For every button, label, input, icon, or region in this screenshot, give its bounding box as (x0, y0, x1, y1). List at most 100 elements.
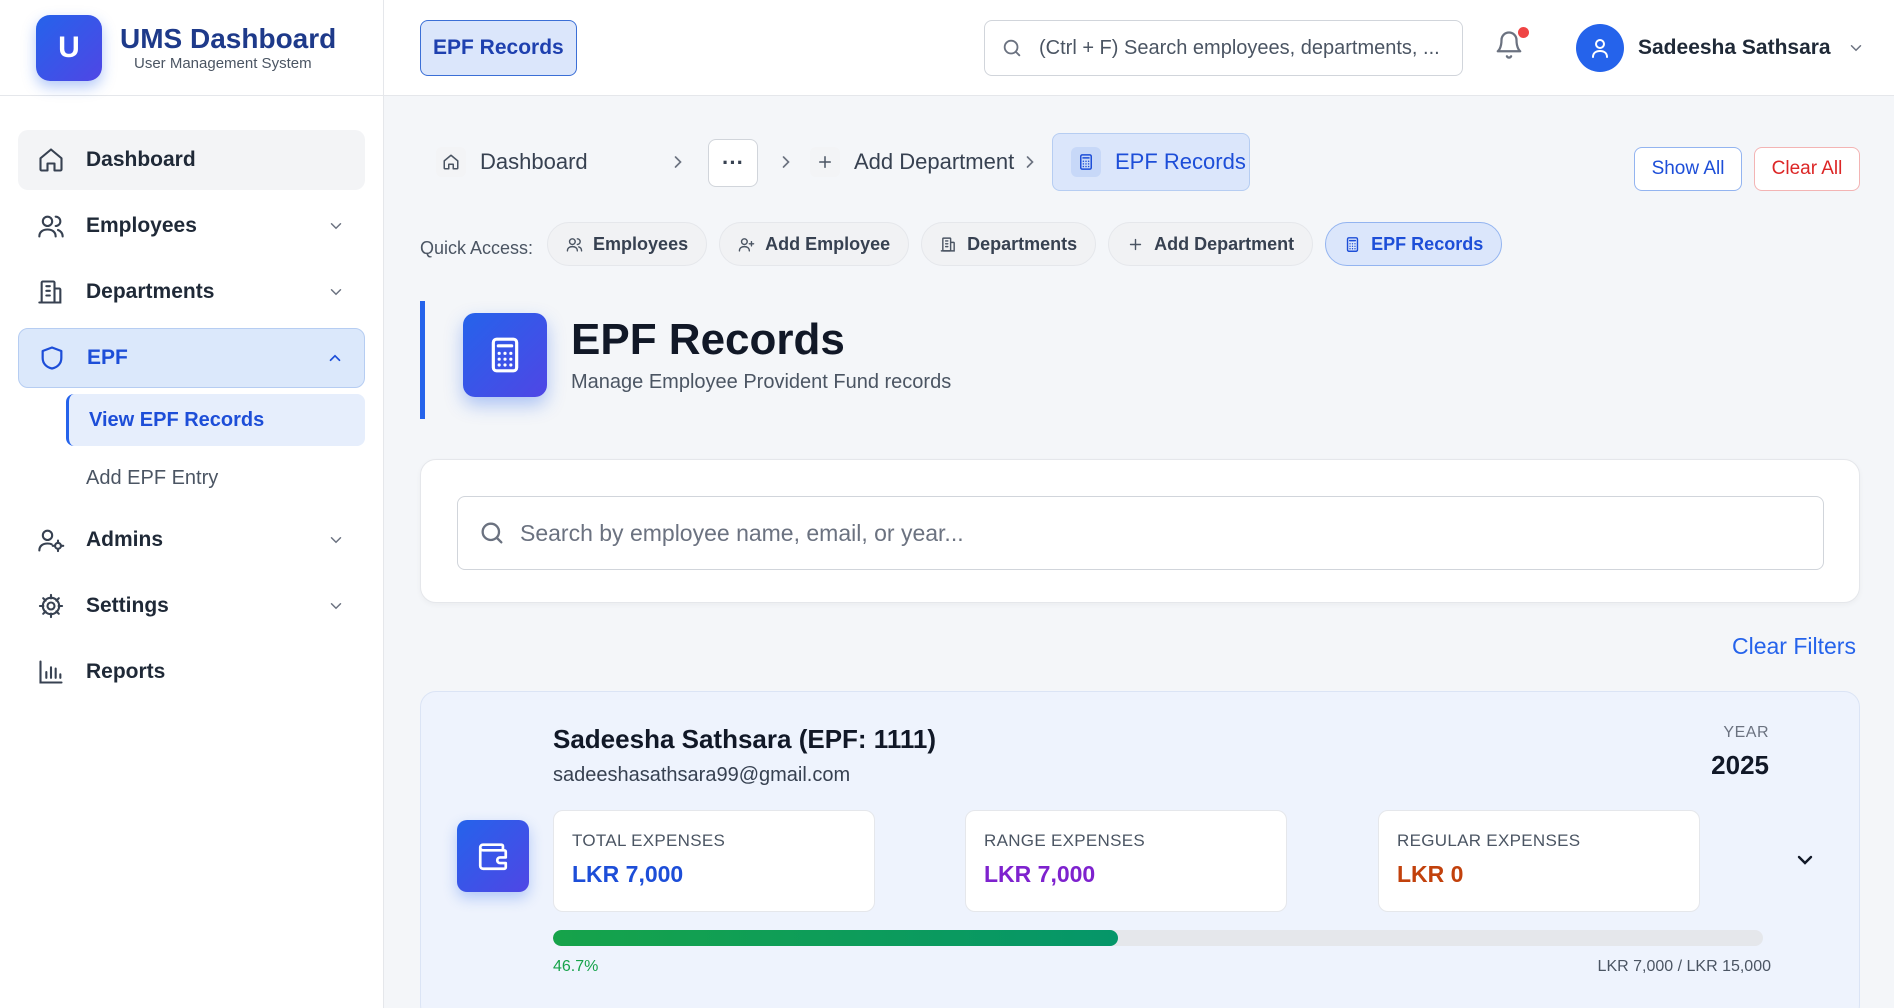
stat-label: TOTAL EXPENSES (572, 831, 726, 850)
sidebar-item-dashboard[interactable]: Dashboard (18, 130, 365, 190)
stat-regular-expenses: REGULAR EXPENSES LKR 0 (1378, 810, 1700, 912)
sidebar-item-label: EPF (87, 346, 128, 369)
page-header: EPF Records Manage Employee Provident Fu… (420, 301, 980, 419)
breadcrumb-label: Dashboard (480, 149, 588, 174)
chevron-right-icon (776, 152, 796, 172)
search-icon (478, 519, 506, 547)
building-icon (940, 236, 957, 253)
brand-logo[interactable]: U (36, 14, 102, 81)
stat-value: LKR 0 (1397, 861, 1464, 887)
user-name: Sadeesha Sathsara (1638, 36, 1831, 59)
stat-range-expenses: RANGE EXPENSES LKR 7,000 (965, 810, 1287, 912)
quick-access-bar: Quick Access: Employees Add Employee Dep… (420, 221, 1514, 267)
bar-chart-icon (36, 657, 66, 687)
quick-access-label: Quick Access: (420, 237, 534, 258)
quick-chip-add-department[interactable]: Add Department (1108, 222, 1314, 266)
show-all-button[interactable]: Show All (1634, 147, 1742, 191)
record-year: 2025 (1711, 750, 1769, 780)
sidebar-item-departments[interactable]: Departments (18, 262, 365, 322)
home-icon (36, 145, 66, 175)
stat-value: LKR 7,000 (572, 861, 684, 887)
epf-record-card[interactable]: Sadeesha Sathsara (EPF: 1111) sadeeshasa… (420, 691, 1860, 1008)
page-subtitle: Manage Employee Provident Fund records (571, 371, 952, 393)
chevron-down-icon[interactable] (327, 217, 345, 235)
users-icon (566, 236, 583, 253)
sidebar-subitem-add-epf-entry[interactable]: Add EPF Entry (66, 452, 365, 504)
progress-fill (553, 930, 1119, 946)
sidebar: U UMS Dashboard User Management System D… (0, 0, 384, 1008)
sidebar-subitem-view-epf-records[interactable]: View EPF Records (66, 394, 365, 446)
sidebar-item-employees[interactable]: Employees (18, 196, 365, 256)
quick-chip-label: Departments (967, 233, 1078, 254)
calculator-icon (463, 313, 547, 397)
record-search[interactable] (457, 496, 1824, 570)
sidebar-item-label: Dashboard (86, 148, 196, 171)
plus-icon (1127, 236, 1144, 253)
users-icon (36, 211, 66, 241)
gear-icon (36, 591, 66, 621)
stat-label: REGULAR EXPENSES (1397, 831, 1581, 850)
chevron-down-icon[interactable] (327, 283, 345, 301)
sidebar-nav: Dashboard Employees Departments EPF View… (0, 96, 383, 702)
chevron-up-icon[interactable] (326, 349, 344, 367)
stat-label: RANGE EXPENSES (984, 831, 1146, 850)
chevron-right-icon (668, 152, 688, 172)
breadcrumb-label: Add Department (854, 149, 1015, 174)
brand: U UMS Dashboard User Management System (0, 0, 383, 96)
search-icon (1001, 37, 1023, 59)
record-employee-name: Sadeesha Sathsara (EPF: 1111) (553, 724, 936, 754)
quick-chip-add-employee[interactable]: Add Employee (719, 222, 910, 266)
sidebar-item-label: Admins (86, 528, 164, 551)
expand-chevron-icon[interactable] (1793, 848, 1817, 872)
sidebar-item-label: Departments (86, 280, 215, 303)
breadcrumb-item-add-department[interactable]: Add Department (810, 133, 1014, 191)
chevron-down-icon[interactable] (327, 531, 345, 549)
sidebar-item-settings[interactable]: Settings (18, 576, 365, 636)
breadcrumb-more-button[interactable]: ··· (708, 139, 758, 187)
brand-subtitle: User Management System (134, 55, 312, 72)
quick-chip-employees[interactable]: Employees (547, 222, 708, 266)
quick-chip-label: EPF Records (1371, 233, 1484, 254)
stat-total-expenses: TOTAL EXPENSES LKR 7,000 (553, 810, 875, 912)
breadcrumb: Dashboard ··· Add Department EPF Records (436, 133, 1316, 191)
avatar[interactable] (1576, 24, 1624, 72)
clear-filters-link[interactable]: Clear Filters (1732, 633, 1856, 660)
record-search-input[interactable] (520, 519, 1720, 547)
quick-chip-label: Add Employee (765, 233, 891, 254)
chevron-down-icon[interactable] (327, 597, 345, 615)
chevron-down-icon[interactable] (1847, 39, 1865, 57)
global-search-input[interactable] (1039, 36, 1439, 60)
stat-value: LKR 7,000 (984, 861, 1096, 887)
breadcrumb-item-dashboard[interactable]: Dashboard (436, 133, 588, 191)
clear-all-button[interactable]: Clear All (1754, 147, 1860, 191)
user-plus-icon (738, 236, 755, 253)
main-content: Dashboard ··· Add Department EPF Records… (384, 97, 1894, 1008)
shield-icon (37, 343, 67, 373)
brand-title: UMS Dashboard (120, 23, 337, 54)
home-icon (436, 147, 466, 177)
plus-icon (810, 147, 840, 177)
quick-chip-label: Employees (593, 233, 689, 254)
sidebar-item-admins[interactable]: Admins (18, 510, 365, 570)
page-title: EPF Records (571, 315, 845, 364)
notification-bell[interactable] (1494, 27, 1529, 60)
building-icon (36, 277, 66, 307)
current-page-chip[interactable]: EPF Records (420, 20, 577, 76)
progress-amount: LKR 7,000 / LKR 15,000 (1597, 958, 1771, 975)
record-year-label: YEAR (1723, 724, 1769, 741)
chevron-right-icon (1020, 152, 1040, 172)
wallet-icon (457, 820, 529, 892)
sidebar-item-label: Reports (86, 660, 166, 683)
progress-percent: 46.7% (553, 958, 599, 975)
breadcrumb-item-epf-records[interactable]: EPF Records (1052, 133, 1250, 191)
global-search[interactable] (984, 20, 1463, 76)
quick-chip-epf-records[interactable]: EPF Records (1325, 222, 1503, 266)
quick-chip-label: Add Department (1154, 233, 1295, 254)
record-employee-email: sadeeshasathsara99@gmail.com (553, 764, 851, 786)
sidebar-item-label: Employees (86, 214, 197, 237)
user-menu[interactable]: Sadeesha Sathsara (1576, 24, 1865, 72)
sidebar-item-epf[interactable]: EPF (18, 328, 365, 388)
notification-dot (1518, 27, 1529, 38)
sidebar-item-reports[interactable]: Reports (18, 642, 365, 702)
quick-chip-departments[interactable]: Departments (921, 222, 1097, 266)
